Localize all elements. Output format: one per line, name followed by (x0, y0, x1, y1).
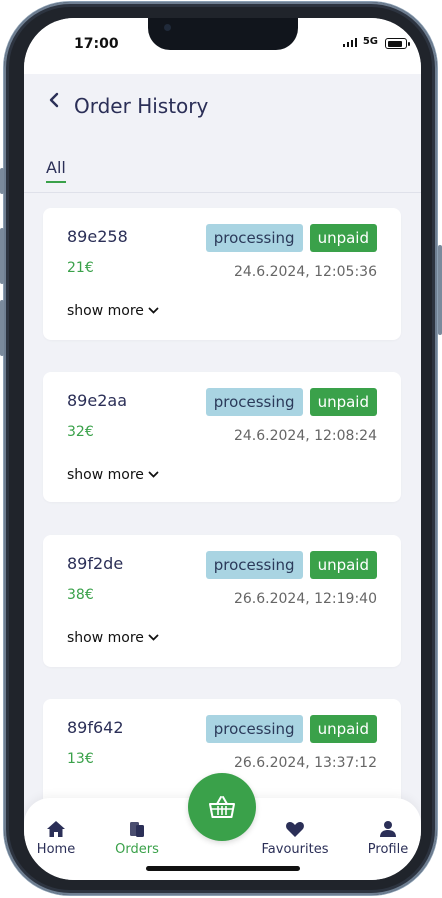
order-date: 26.6.2024, 12:19:40 (233, 591, 377, 607)
order-badges: processing unpaid (205, 224, 377, 252)
notch (148, 18, 298, 50)
battery-icon (385, 38, 410, 49)
basket-icon (209, 796, 235, 818)
status-bar: 17:00 5G (24, 18, 421, 74)
order-badges: processing unpaid (205, 551, 377, 579)
screen: 17:00 5G Order History All 89e258 21€ pr… (24, 18, 421, 880)
show-more-button[interactable]: show more (67, 303, 159, 319)
order-card[interactable]: 89f2de 38€ processing unpaid 26.6.2024, … (43, 535, 401, 667)
side-button-volume-down (0, 300, 4, 356)
nav-profile-label: Profile (367, 842, 409, 857)
nav-home-label: Home (36, 842, 76, 857)
home-icon (47, 821, 65, 837)
status-badge: processing (205, 388, 303, 416)
order-price: 32€ (67, 424, 94, 440)
payment-badge: unpaid (309, 224, 377, 252)
nav-favourites[interactable]: Favourites (260, 820, 330, 857)
order-date: 26.6.2024, 13:37:12 (233, 755, 377, 771)
camera-icon (164, 24, 171, 31)
order-id: 89f642 (67, 718, 124, 737)
order-price: 13€ (67, 751, 94, 767)
status-badge: processing (205, 224, 303, 252)
network-label: 5G (362, 36, 378, 47)
order-card[interactable]: 89e2aa 32€ processing unpaid 24.6.2024, … (43, 372, 401, 502)
signal-icon (342, 38, 357, 47)
order-badges: processing unpaid (205, 715, 377, 743)
nav-orders-label: Orders (115, 842, 159, 857)
nav-profile[interactable]: Profile (366, 820, 410, 857)
heart-icon (286, 821, 304, 837)
status-badge: processing (205, 551, 303, 579)
profile-icon (380, 821, 396, 837)
page-title: Order History (74, 94, 209, 118)
order-date: 24.6.2024, 12:08:24 (233, 428, 377, 444)
home-indicator (146, 866, 300, 871)
header: Order History (24, 74, 421, 134)
nav-orders[interactable]: Orders (112, 820, 162, 857)
chevron-down-icon (148, 304, 159, 318)
chevron-down-icon (148, 631, 159, 645)
payment-badge: unpaid (309, 551, 377, 579)
show-more-label: show more (67, 303, 144, 319)
show-more-label: show more (67, 467, 144, 483)
tab-all[interactable]: All (46, 158, 66, 183)
status-time: 17:00 (74, 36, 119, 52)
show-more-button[interactable]: show more (67, 467, 159, 483)
order-badges: processing unpaid (205, 388, 377, 416)
basket-button[interactable] (188, 773, 256, 841)
status-badge: processing (205, 715, 303, 743)
order-id: 89e2aa (67, 391, 127, 410)
order-date: 24.6.2024, 12:05:36 (233, 264, 377, 280)
side-button-mute (0, 168, 4, 194)
back-chevron-icon[interactable] (48, 92, 60, 113)
nav-favourites-label: Favourites (261, 842, 329, 857)
payment-badge: unpaid (309, 715, 377, 743)
show-more-label: show more (67, 630, 144, 646)
order-price: 38€ (67, 587, 94, 603)
order-card[interactable]: 89e258 21€ processing unpaid 24.6.2024, … (43, 208, 401, 340)
show-more-button[interactable]: show more (67, 630, 159, 646)
payment-badge: unpaid (309, 388, 377, 416)
side-button-volume-up (0, 228, 4, 284)
nav-home[interactable]: Home (35, 820, 77, 857)
orders-icon (130, 822, 144, 837)
chevron-down-icon (148, 468, 159, 482)
tab-bar: All (24, 148, 421, 193)
side-button-power (438, 245, 442, 335)
order-id: 89f2de (67, 554, 124, 573)
order-id: 89e258 (67, 227, 128, 246)
order-price: 21€ (67, 260, 94, 276)
